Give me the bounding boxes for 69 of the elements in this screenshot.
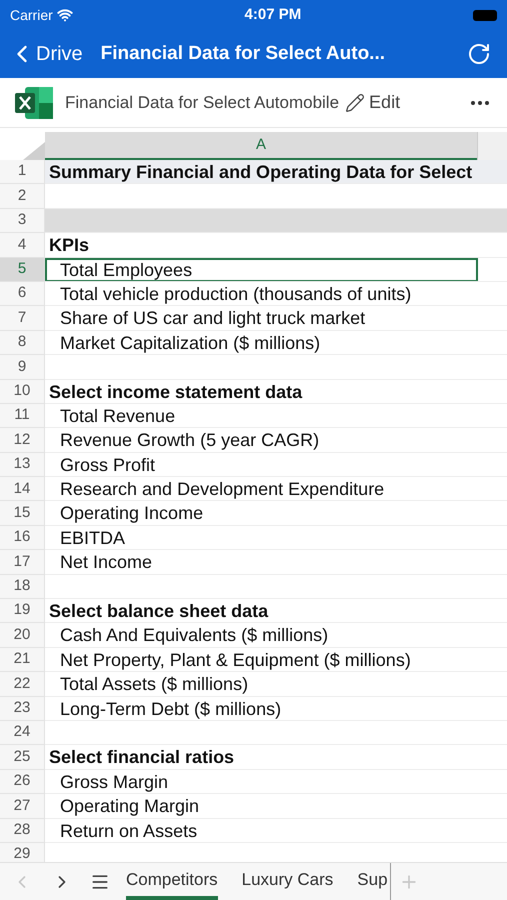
row-number: 24: [0, 720, 45, 746]
edit-button[interactable]: Edit: [345, 89, 400, 116]
select-all-corner-icon[interactable]: [23, 142, 45, 160]
cell-text: Market Capitalization ($ millions): [59, 332, 320, 354]
cell-text: Operating Income: [59, 502, 204, 525]
row-number: 2: [0, 184, 45, 209]
sheet-tab[interactable]: Sup: [357, 863, 388, 900]
sheet-tab[interactable]: Luxury Cars: [242, 863, 334, 900]
pencil-icon: [345, 92, 366, 112]
file-name: Financial Data for Select Automobile: [65, 92, 340, 114]
row-number: 5: [0, 258, 45, 282]
row-number: 20: [0, 623, 45, 648]
row-number: 25: [0, 745, 45, 770]
cell-text: EBITDA: [59, 526, 126, 550]
row-number: 9: [0, 355, 45, 380]
cell-text: Net Income: [59, 551, 152, 574]
row-number: 11: [0, 404, 45, 428]
cell-text: Return on Assets: [59, 820, 198, 842]
cell-text: KPIs: [48, 234, 90, 257]
cell-text: Total vehicle production (thousands of units): [59, 282, 412, 306]
row-number: 17: [0, 550, 45, 575]
cell-text: Cash And Equivalents ($ millions): [59, 624, 328, 647]
row-number: 10: [0, 380, 45, 404]
row-number: 15: [0, 501, 45, 526]
row-number: 4: [0, 233, 45, 258]
refresh-icon[interactable]: [467, 42, 491, 66]
back-button[interactable]: Drive: [8, 39, 83, 69]
cell-text: Share of US car and light truck market: [59, 307, 366, 330]
sheet-tab[interactable]: Competitors: [126, 863, 218, 900]
cell-text: Revenue Growth (5 year CAGR): [59, 429, 320, 452]
cell-text: Total Assets ($ millions): [59, 673, 248, 696]
nav-title: Financial Data for Select Auto...: [100, 42, 386, 66]
carrier-label: Carrier: [10, 6, 53, 24]
cell-text: Select income statement data: [48, 380, 302, 403]
cell-text: Net Property, Plant & Equipment ($ millions): [59, 648, 411, 672]
row-number: 19: [0, 599, 45, 624]
column-header[interactable]: A: [45, 132, 477, 160]
cell-text: Long-Term Debt ($ millions): [59, 698, 282, 720]
row-number: 13: [0, 452, 45, 478]
row-number: 29: [0, 842, 45, 862]
row-number: 14: [0, 477, 45, 502]
row-number: 1: [0, 160, 45, 184]
cell-text: Total Revenue: [59, 404, 176, 428]
cell-text: Total Employees: [59, 258, 192, 281]
row-number: 8: [0, 330, 45, 356]
wifi-icon: [56, 7, 73, 23]
row-number: 7: [0, 306, 45, 331]
cell-text: Summary Financial and Operating Data for Select: [48, 161, 472, 184]
spreadsheet-app-icon: [15, 84, 55, 120]
battery-icon: [472, 10, 497, 20]
row-number: 27: [0, 794, 45, 819]
status-time: 4:07 PM: [244, 4, 302, 25]
cell-text: Select balance sheet data: [48, 600, 268, 622]
cell-text: Select financial ratios: [48, 746, 234, 769]
row-number: 12: [0, 428, 45, 453]
cell-text: Operating Margin: [59, 795, 200, 818]
row-number: 3: [0, 208, 45, 234]
row-number: 23: [0, 696, 45, 721]
row-number: 6: [0, 282, 45, 306]
cell-text: Gross Margin: [59, 770, 168, 794]
sheet-cell[interactable]: KPIs: [45, 233, 507, 258]
cell-text: Gross Profit: [59, 454, 156, 476]
row-number: 18: [0, 574, 45, 600]
row-number: 26: [0, 770, 45, 794]
row-number: 22: [0, 672, 45, 697]
row-number: 16: [0, 526, 45, 550]
row-number: 21: [0, 648, 45, 672]
cell-text: Research and Development Expenditure: [59, 478, 384, 500]
row-number: 28: [0, 818, 45, 843]
